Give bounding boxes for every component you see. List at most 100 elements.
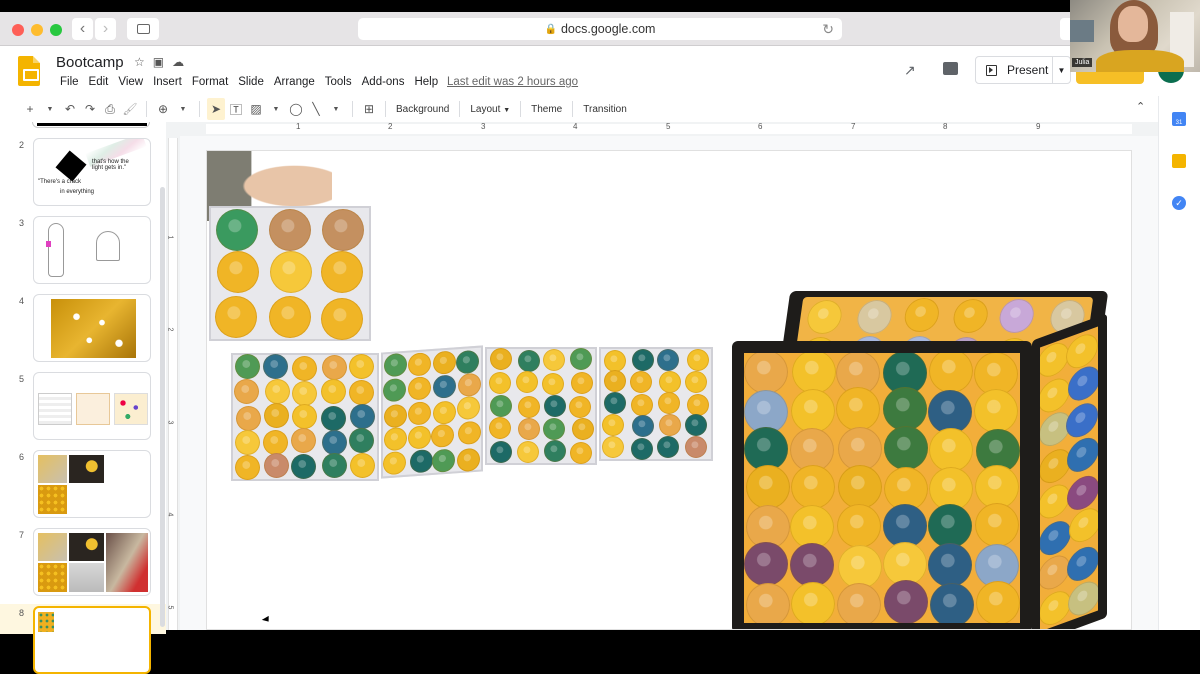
slide-thumbnail-selected[interactable]	[33, 606, 151, 674]
bottle-cap-disc	[542, 372, 565, 395]
slide-thumbnail[interactable]	[33, 216, 151, 284]
select-tool[interactable]: ➤	[207, 98, 225, 120]
slide-thumbnail[interactable]: that's how the light gets in." "There's …	[33, 138, 151, 206]
redo-button[interactable]: ↷	[81, 98, 99, 120]
bottle-cap-disc	[320, 405, 346, 431]
move-to-folder-icon[interactable]: ▣	[153, 55, 164, 69]
activity-dashboard-icon[interactable]: ↗	[904, 62, 916, 79]
filmstrip-slide-7[interactable]: 7	[0, 526, 166, 604]
side-panel: 31 ✓	[1158, 96, 1200, 630]
layout-button[interactable]: Layout ▼	[466, 104, 514, 115]
toolbar-divider	[352, 101, 353, 117]
bottle-cap-disc	[382, 451, 406, 476]
slide-number: 5	[19, 374, 25, 384]
bottle-cap-disc	[569, 347, 592, 370]
document-title[interactable]: Bootcamp	[56, 54, 124, 71]
line-tool[interactable]: ╲	[307, 98, 325, 120]
insert-comment-button[interactable]: ⊞	[360, 98, 378, 120]
maximize-window-button[interactable]	[50, 24, 62, 36]
zoom-icon: ⊕	[157, 102, 169, 116]
new-slide-dropdown[interactable]: ▼	[41, 98, 59, 120]
bottle-cap-disc	[490, 394, 513, 417]
filmstrip-slide-2[interactable]: 2 that's how the light gets in." "There'…	[0, 136, 166, 214]
menu-addons[interactable]: Add-ons	[357, 76, 410, 88]
present-button[interactable]: Present ▼	[975, 56, 1071, 84]
present-dropdown-icon[interactable]: ▼	[1052, 57, 1070, 83]
image-tool[interactable]: ▨	[247, 98, 265, 120]
sidebar-toggle-button[interactable]	[127, 18, 159, 40]
new-slide-button[interactable]: +	[21, 98, 39, 120]
keep-icon[interactable]	[1172, 154, 1186, 168]
calendar-icon[interactable]: 31	[1172, 112, 1186, 126]
bottle-cap-disc	[542, 418, 565, 441]
comment-history-icon[interactable]	[943, 62, 958, 75]
paint-format-button[interactable]: 🖌	[121, 98, 139, 120]
menu-tools[interactable]: Tools	[320, 76, 357, 88]
filmstrip-slide-6[interactable]: 6	[0, 448, 166, 526]
quote-text-left: "There's a crack	[38, 179, 81, 185]
filmstrip-slide-3[interactable]: 3	[0, 214, 166, 292]
line-dropdown[interactable]: ▼	[327, 98, 345, 120]
filmstrip-slide-4[interactable]: 4	[0, 292, 166, 370]
minimize-window-button[interactable]	[31, 24, 43, 36]
bottle-cap-disc	[488, 417, 511, 440]
bottle-cap-disc	[517, 349, 540, 372]
photo-3	[38, 563, 67, 592]
slide-thumbnail-1-partial[interactable]	[32, 122, 150, 128]
bottle-cap-disc	[321, 354, 347, 380]
tasks-icon[interactable]: ✓	[1172, 196, 1186, 210]
print-button[interactable]: ⎙	[101, 98, 119, 120]
reload-icon[interactable]: ↻	[822, 21, 834, 38]
bottle-cap-disc	[744, 542, 788, 587]
menu-arrange[interactable]: Arrange	[269, 76, 320, 88]
bottle-cap-disc	[235, 455, 260, 481]
cloud-saved-icon[interactable]: ☁	[172, 55, 184, 69]
bottle-cap-disc	[927, 503, 972, 548]
current-slide[interactable]	[206, 150, 1132, 630]
collapse-menus-icon[interactable]: ⌃	[1136, 100, 1145, 113]
bottle-cap-disc	[431, 422, 455, 448]
undo-button[interactable]: ↶	[61, 98, 79, 120]
menu-edit[interactable]: Edit	[84, 76, 114, 88]
url-text: docs.google.com	[560, 22, 656, 36]
photo-5	[106, 533, 148, 592]
star-icon[interactable]: ☆	[134, 55, 145, 69]
last-edit-link[interactable]: Last edit was 2 hours ago	[447, 76, 578, 88]
slide-thumbnail[interactable]	[33, 372, 151, 440]
panel-photo	[38, 612, 54, 632]
bottle-cap-disc	[854, 299, 894, 334]
bottle-cap-disc	[902, 298, 941, 333]
bottle-cap-disc	[631, 438, 654, 461]
menu-insert[interactable]: Insert	[148, 76, 187, 88]
menu-view[interactable]: View	[113, 76, 148, 88]
filmstrip-slide-5[interactable]: 5	[0, 370, 166, 448]
zoom-button[interactable]: ⊕	[154, 98, 172, 120]
close-window-button[interactable]	[12, 24, 24, 36]
transition-button[interactable]: Transition	[579, 104, 631, 115]
slide-thumbnail[interactable]	[33, 294, 151, 362]
folded-panel-2	[381, 345, 483, 479]
menu-format[interactable]: Format	[187, 76, 233, 88]
forward-button[interactable]: ›	[95, 18, 116, 40]
slide-thumbnail[interactable]	[33, 528, 151, 596]
slide-thumbnail[interactable]	[33, 450, 151, 518]
theme-button[interactable]: Theme	[527, 104, 566, 115]
shape-tool[interactable]: ◯	[287, 98, 305, 120]
menu-slide[interactable]: Slide	[233, 76, 269, 88]
filmstrip-scrollbar[interactable]	[160, 187, 165, 627]
bottle-cap-disc	[263, 403, 289, 429]
back-button[interactable]: ‹	[72, 18, 93, 40]
slides-logo-icon[interactable]	[18, 56, 40, 86]
bottle-cap-disc	[631, 393, 654, 416]
menu-help[interactable]: Help	[409, 76, 443, 88]
address-bar[interactable]: 🔒 docs.google.com ↻	[358, 18, 842, 40]
image-dropdown[interactable]: ▼	[267, 98, 285, 120]
zoom-dropdown[interactable]: ▼	[174, 98, 192, 120]
bottle-cap-disc	[745, 465, 790, 510]
bottle-cap-disc	[603, 369, 626, 392]
slide-number: 7	[19, 530, 25, 540]
text-box-icon: 🅃	[229, 102, 242, 117]
menu-file[interactable]: File	[55, 76, 84, 88]
text-box-tool[interactable]: 🅃	[227, 98, 245, 120]
background-button[interactable]: Background	[392, 104, 453, 115]
